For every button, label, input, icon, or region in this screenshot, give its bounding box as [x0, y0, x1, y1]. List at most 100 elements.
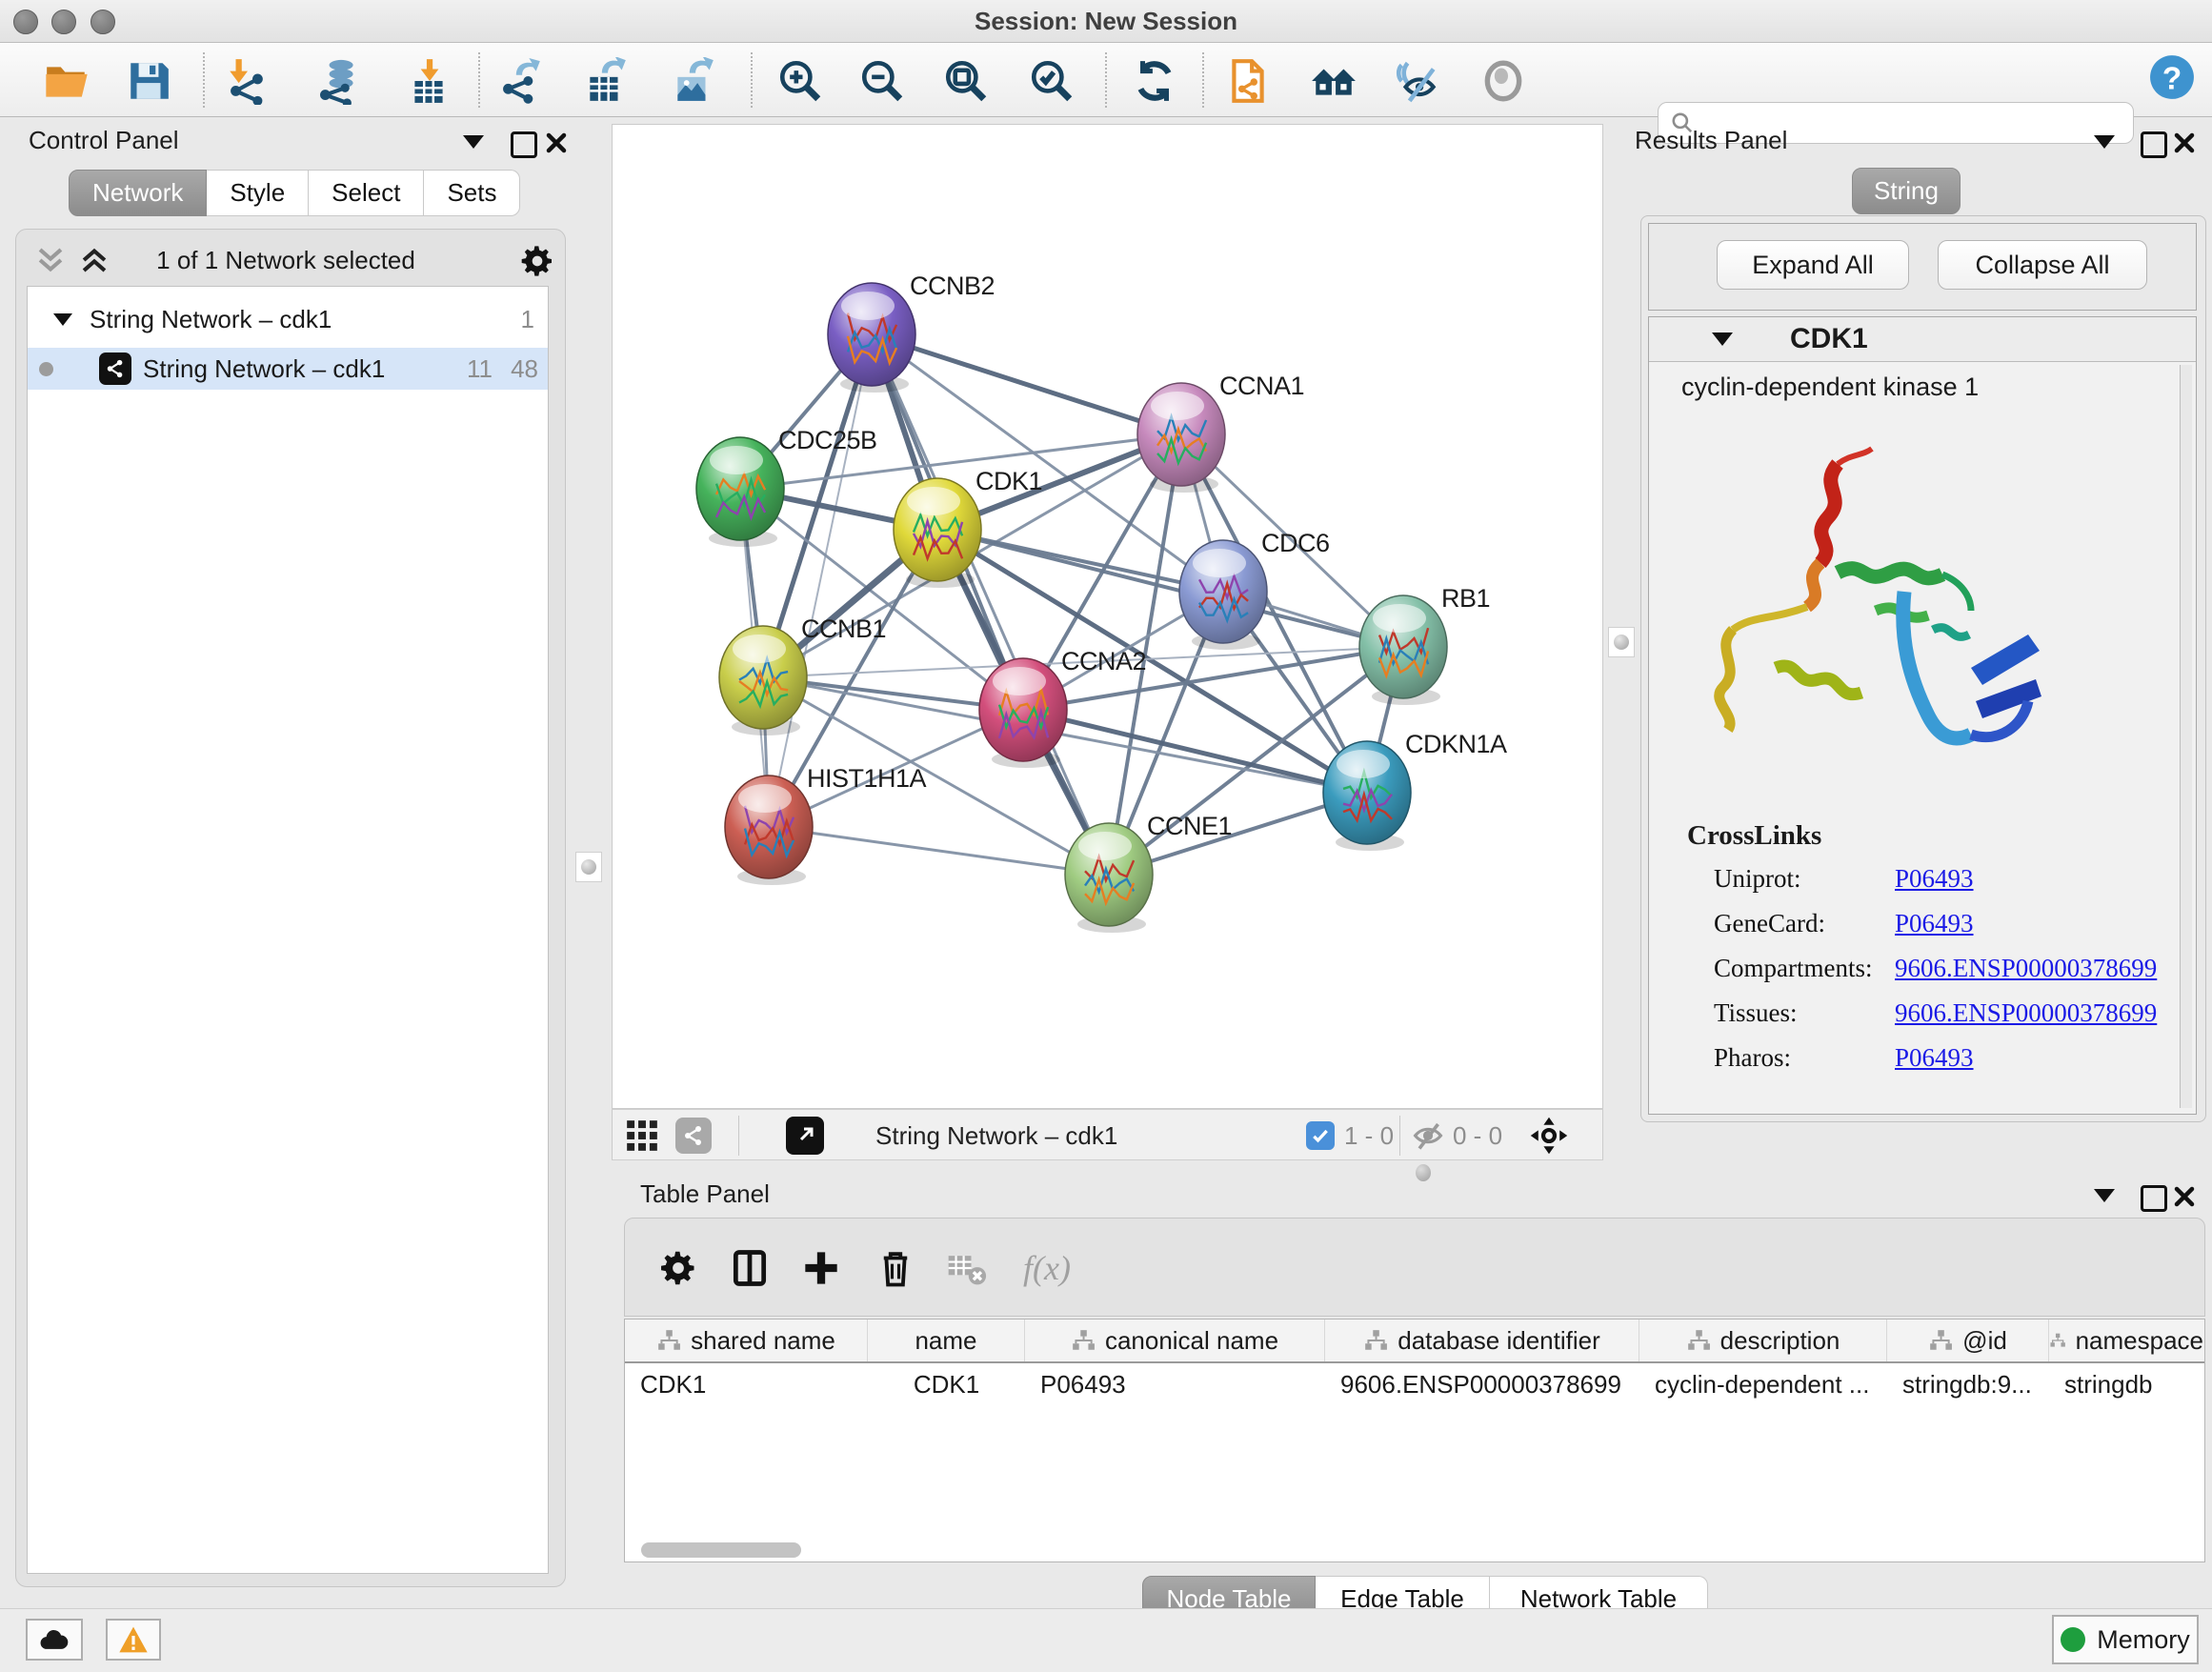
results-panel-close-button[interactable]: [2173, 131, 2196, 154]
table-gear-icon[interactable]: [654, 1243, 703, 1293]
results-scrollbar[interactable]: [2180, 365, 2192, 1108]
horizontal-splitter-handle[interactable]: [1416, 1164, 1431, 1181]
network-tree-selected-row[interactable]: String Network – cdk1 11 48: [28, 348, 548, 390]
column-header-database-identifier[interactable]: database identifier: [1325, 1319, 1639, 1361]
zoom-in-icon[interactable]: [774, 54, 827, 108]
collapse-all-button[interactable]: Collapse All: [1938, 240, 2147, 290]
hide-panels-eye-icon[interactable]: [1391, 54, 1444, 108]
control-panel-menu-button[interactable]: [463, 135, 484, 149]
cloud-icon: [38, 1626, 70, 1653]
function-builder-icon: f(x): [1004, 1243, 1090, 1293]
column-header-name[interactable]: name: [868, 1319, 1025, 1361]
import-database-icon[interactable]: [312, 54, 366, 108]
column-type-icon: [1928, 1328, 1953, 1353]
selected-checkbox-icon[interactable]: [1306, 1116, 1335, 1156]
column-type-icon: [1686, 1328, 1711, 1353]
export-table-icon[interactable]: [579, 54, 633, 108]
node-label-CDC25B: CDC25B: [778, 426, 877, 454]
tab-sets[interactable]: Sets: [424, 170, 520, 216]
crosslink-compartments-link[interactable]: 9606.ENSP00000378699: [1895, 954, 2157, 983]
tab-select[interactable]: Select: [309, 170, 424, 216]
table-panel-close-button[interactable]: [2173, 1185, 2196, 1208]
tab-style[interactable]: Style: [207, 170, 309, 216]
control-panel-close-button[interactable]: [545, 131, 568, 154]
zoom-fit-icon[interactable]: [939, 54, 993, 108]
crosslink-pharos-link[interactable]: P06493: [1895, 1043, 1974, 1073]
crosslink-genecard-link[interactable]: P06493: [1895, 909, 1974, 938]
fit-selection-crosshair-icon[interactable]: [1529, 1116, 1569, 1156]
cell-id[interactable]: stringdb:9...: [1887, 1363, 2049, 1405]
network-edge-HIST1H1A-CCNE1[interactable]: [769, 827, 1109, 875]
results-panel-float-button[interactable]: [2141, 131, 2167, 158]
tab-network[interactable]: Network: [69, 170, 207, 216]
title-bar: Session: New Session: [0, 0, 2212, 43]
column-header-canonical-name[interactable]: canonical name: [1025, 1319, 1325, 1361]
add-column-icon[interactable]: [796, 1243, 846, 1293]
network-panel-gear-icon[interactable]: [518, 242, 556, 285]
network-edge-CCNB2-CCNE1[interactable]: [872, 334, 1109, 875]
detach-view-icon[interactable]: [786, 1116, 824, 1156]
gene-section-header[interactable]: CDK1: [1649, 317, 2196, 362]
cell-namespace[interactable]: stringdb: [2049, 1363, 2203, 1405]
table-horizontal-scrollbar[interactable]: [641, 1542, 801, 1558]
network-canvas[interactable]: CCNB2CCNA1CDC25BCDK1CDC6RB1CCNB1CCNA2CDK…: [612, 124, 1603, 1109]
network-selection-status: 1 of 1 Network selected: [124, 246, 448, 275]
zoom-selected-icon[interactable]: [1025, 54, 1078, 108]
export-image-icon[interactable]: [667, 54, 720, 108]
table-row[interactable]: CDK1 CDK1 P06493 9606.ENSP00000378699 cy…: [625, 1363, 2204, 1405]
save-session-icon[interactable]: [122, 54, 175, 108]
network-edge-CCNB2-CCNA1[interactable]: [872, 334, 1181, 434]
show-panel-eye-icon[interactable]: [1477, 54, 1530, 108]
column-header-description[interactable]: description: [1639, 1319, 1887, 1361]
network-tree-root-row[interactable]: String Network – cdk1 1: [28, 298, 548, 340]
control-panel-float-button[interactable]: [511, 131, 537, 158]
cell-shared-name[interactable]: CDK1: [625, 1363, 868, 1405]
open-session-icon[interactable]: [40, 54, 93, 108]
cell-name[interactable]: CDK1: [868, 1363, 1025, 1405]
hidden-eye-icon: [1411, 1116, 1445, 1156]
cell-database-identifier[interactable]: 9606.ENSP00000378699: [1325, 1363, 1639, 1405]
import-table-icon[interactable]: [402, 54, 455, 108]
gene-collapse-caret[interactable]: [1712, 332, 1733, 346]
refresh-layout-icon[interactable]: [1128, 54, 1181, 108]
node-label-CCNE1: CCNE1: [1147, 812, 1232, 840]
cloud-button[interactable]: [26, 1619, 83, 1661]
home-icon[interactable]: [1307, 54, 1360, 108]
help-icon[interactable]: ?: [2145, 50, 2199, 104]
import-network-icon[interactable]: [221, 54, 274, 108]
collapse-all-networks-icon[interactable]: [34, 246, 67, 279]
column-header-shared-name[interactable]: shared name: [625, 1319, 868, 1361]
table-panel-menu-button[interactable]: [2094, 1189, 2115, 1202]
network-graph[interactable]: CCNB2CCNA1CDC25BCDK1CDC6RB1CCNB1CCNA2CDK…: [613, 125, 1602, 1108]
left-splitter-handle[interactable]: [575, 852, 602, 882]
node-highlight: [993, 667, 1046, 695]
network-edge-CDK1-RB1[interactable]: [937, 530, 1403, 647]
network-share-view-icon[interactable]: [675, 1116, 712, 1156]
cell-description[interactable]: cyclin-dependent ...: [1639, 1363, 1887, 1405]
expand-all-networks-icon[interactable]: [78, 246, 111, 279]
string-import-icon[interactable]: [1221, 54, 1275, 108]
table-header-row: shared name name canonical name database…: [625, 1319, 2204, 1363]
zoom-out-icon[interactable]: [855, 54, 909, 108]
warnings-button[interactable]: [106, 1619, 161, 1661]
column-header-id[interactable]: @id: [1887, 1319, 2049, 1361]
expand-all-button[interactable]: Expand All: [1717, 240, 1909, 290]
node-highlight: [1151, 392, 1204, 420]
export-network-icon[interactable]: [493, 54, 547, 108]
node-table: shared name name canonical name database…: [624, 1319, 2205, 1562]
right-splitter-handle[interactable]: [1608, 627, 1635, 657]
select-columns-icon[interactable]: [725, 1243, 774, 1293]
table-toolbar: f(x): [624, 1218, 2205, 1317]
memory-status-dot: [2061, 1627, 2085, 1652]
delete-column-icon[interactable]: [871, 1243, 920, 1293]
memory-button[interactable]: Memory: [2052, 1615, 2199, 1664]
crosslink-tissues-link[interactable]: 9606.ENSP00000378699: [1895, 998, 2157, 1028]
crosslink-uniprot-link[interactable]: P06493: [1895, 864, 1974, 894]
tab-string[interactable]: String: [1852, 168, 1961, 214]
results-panel-menu-button[interactable]: [2094, 135, 2115, 149]
grid-view-icon[interactable]: [624, 1116, 660, 1156]
cell-canonical-name[interactable]: P06493: [1025, 1363, 1325, 1405]
table-panel-float-button[interactable]: [2141, 1185, 2167, 1212]
column-header-namespace[interactable]: namespace: [2049, 1319, 2203, 1361]
tree-expand-caret[interactable]: [53, 313, 72, 326]
